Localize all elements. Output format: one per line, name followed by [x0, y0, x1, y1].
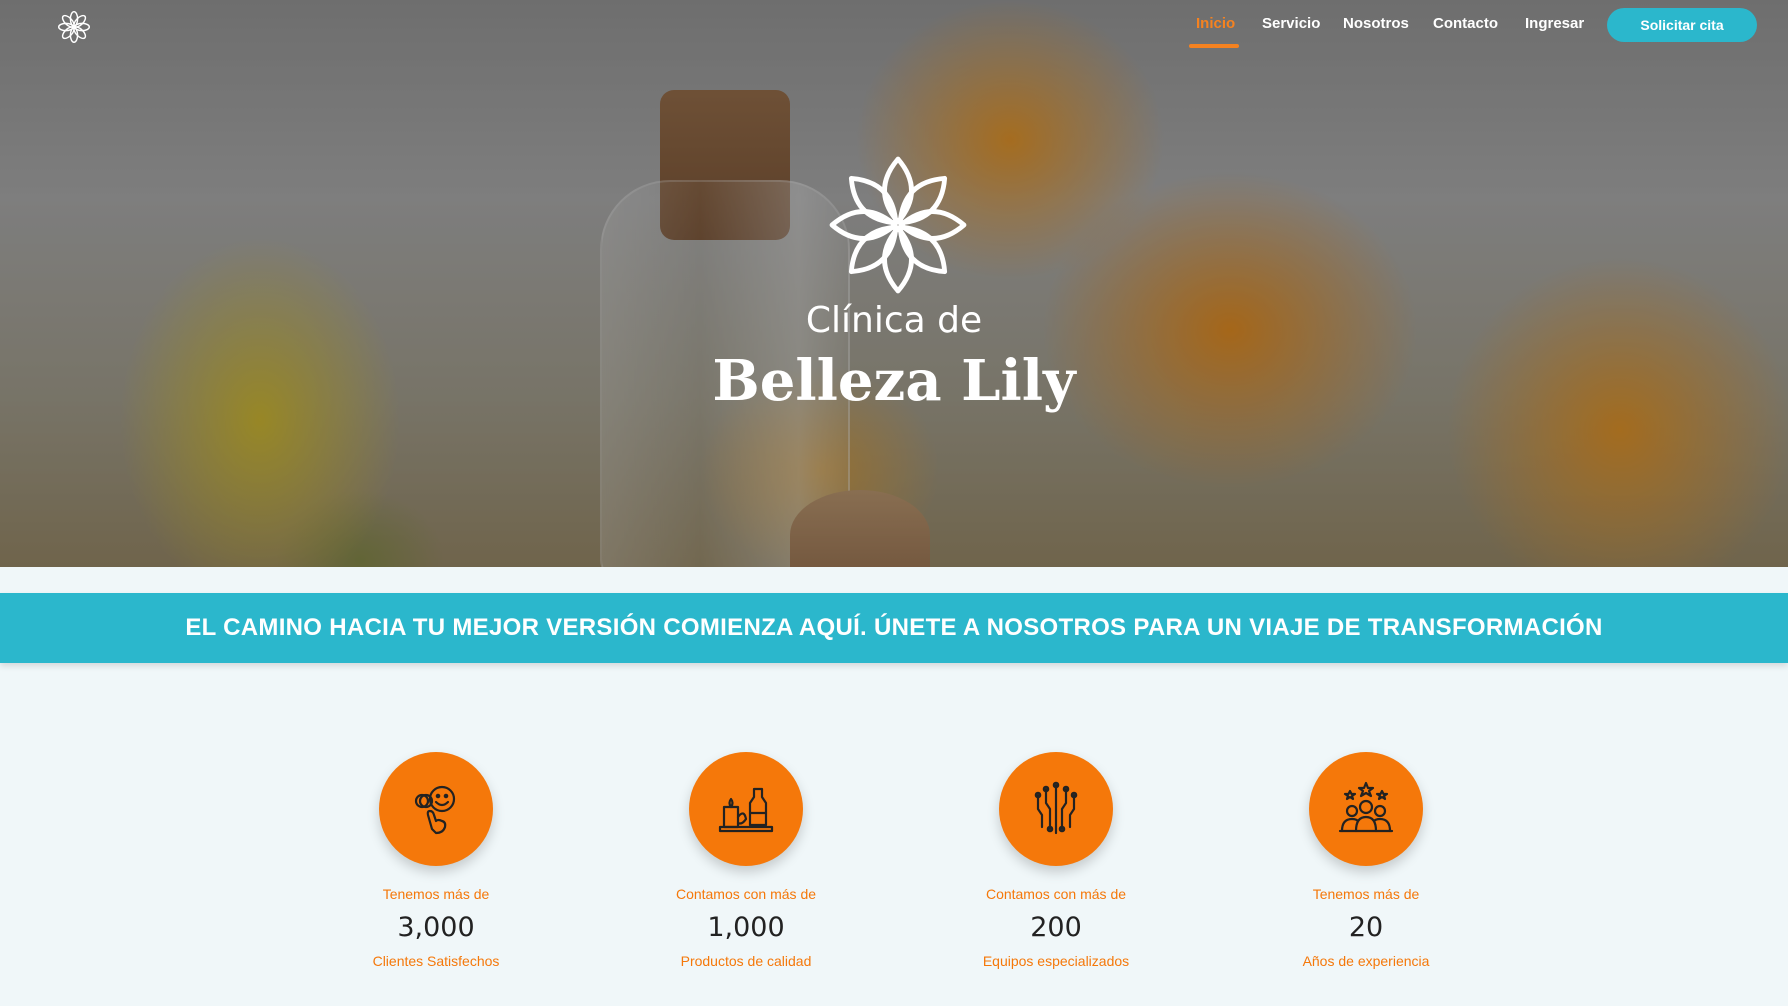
- nav-item-ingresar[interactable]: Ingresar: [1525, 15, 1584, 32]
- flower-logo-icon[interactable]: [56, 9, 92, 45]
- hero-section: Inicio Servicio Nosotros Contacto Ingres…: [0, 0, 1788, 567]
- stat-pre-label: Tenemos más de: [1312, 886, 1420, 902]
- nav-item-servicio[interactable]: Servicio: [1262, 15, 1320, 32]
- team-stars-icon: [1338, 781, 1394, 833]
- stat-icon-circle: [999, 752, 1113, 866]
- stat-experiencia: Tenemos más de 20 Años de experiencia: [1246, 752, 1486, 969]
- solicitar-cita-button[interactable]: Solicitar cita: [1607, 8, 1757, 42]
- circuit-equipment-icon: [1034, 781, 1078, 835]
- stat-productos: Contamos con más de 1,000 Productos de c…: [626, 752, 866, 969]
- stat-icon-circle: [689, 752, 803, 866]
- stat-post-label: Equipos especializados: [982, 953, 1130, 969]
- nav-active-indicator: [1189, 44, 1239, 48]
- stat-equipos: Contamos con más de 200 Equipos especial…: [936, 752, 1176, 969]
- brand-title-line2: Belleza Lily: [712, 348, 1076, 414]
- beauty-products-icon: [718, 787, 774, 833]
- stat-icon-circle: [1309, 752, 1423, 866]
- nav-item-nosotros[interactable]: Nosotros: [1343, 15, 1409, 32]
- tagline-banner: EL CAMINO HACIA TU MEJOR VERSIÓN COMIENZ…: [0, 593, 1788, 663]
- stat-value: 20: [1348, 912, 1384, 943]
- stat-icon-circle: [379, 752, 493, 866]
- nav-item-contacto[interactable]: Contacto: [1433, 15, 1498, 32]
- stat-post-label: Clientes Satisfechos: [372, 953, 500, 969]
- stat-value: 200: [1030, 912, 1082, 943]
- stat-value: 3,000: [397, 912, 475, 943]
- stat-pre-label: Tenemos más de: [382, 886, 490, 902]
- stat-post-label: Productos de calidad: [680, 953, 812, 969]
- nav-item-inicio[interactable]: Inicio: [1196, 15, 1235, 32]
- stat-clientes: Tenemos más de 3,000 Clientes Satisfecho…: [316, 752, 556, 969]
- tagline-text: EL CAMINO HACIA TU MEJOR VERSIÓN COMIENZ…: [185, 614, 1603, 641]
- stat-value: 1,000: [707, 912, 785, 943]
- stat-post-label: Años de experiencia: [1302, 953, 1430, 969]
- lotus-flower-icon: [829, 156, 967, 294]
- brand-title-line1: Clínica de: [805, 300, 983, 341]
- stat-pre-label: Contamos con más de: [985, 886, 1127, 902]
- top-navigation: Inicio Servicio Nosotros Contacto Ingres…: [0, 0, 1788, 50]
- stat-pre-label: Contamos con más de: [675, 886, 817, 902]
- happy-client-icon: [414, 785, 456, 835]
